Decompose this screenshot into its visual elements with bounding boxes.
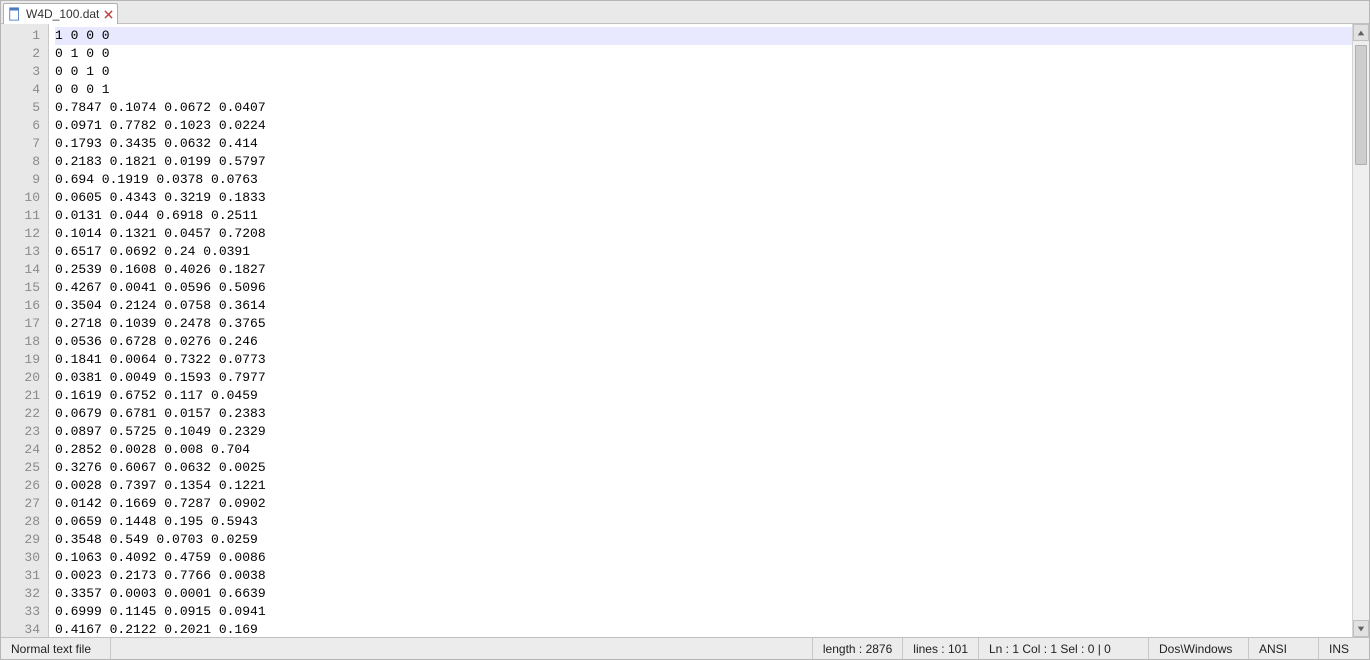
line-number: 3 (1, 63, 40, 81)
line-number: 22 (1, 405, 40, 423)
vertical-scrollbar[interactable] (1352, 24, 1369, 637)
line-number: 6 (1, 117, 40, 135)
code-line[interactable]: 0.0659 0.1448 0.195 0.5943 (55, 513, 1352, 531)
code-content[interactable]: 1 0 0 00 1 0 00 0 1 00 0 0 10.7847 0.107… (49, 24, 1352, 637)
line-number: 2 (1, 45, 40, 63)
line-number: 17 (1, 315, 40, 333)
code-line[interactable]: 0.7847 0.1074 0.0672 0.0407 (55, 99, 1352, 117)
line-number: 18 (1, 333, 40, 351)
code-line[interactable]: 0.2183 0.1821 0.0199 0.5797 (55, 153, 1352, 171)
line-number: 10 (1, 189, 40, 207)
editor-area: 1234567891011121314151617181920212223242… (1, 24, 1369, 637)
line-number: 30 (1, 549, 40, 567)
code-line[interactable]: 0.0897 0.5725 0.1049 0.2329 (55, 423, 1352, 441)
line-number: 29 (1, 531, 40, 549)
line-number: 16 (1, 297, 40, 315)
line-number: 23 (1, 423, 40, 441)
status-position: Ln : 1 Col : 1 Sel : 0 | 0 (979, 638, 1149, 659)
line-number: 33 (1, 603, 40, 621)
code-line[interactable]: 0.1841 0.0064 0.7322 0.0773 (55, 351, 1352, 369)
code-line[interactable]: 0.6517 0.0692 0.24 0.0391 (55, 243, 1352, 261)
line-number: 4 (1, 81, 40, 99)
code-line[interactable]: 0 0 0 1 (55, 81, 1352, 99)
code-line[interactable]: 0.1063 0.4092 0.4759 0.0086 (55, 549, 1352, 567)
editor-window: W4D_100.dat 1234567891011121314151617181… (0, 0, 1370, 660)
code-line[interactable]: 0.0142 0.1669 0.7287 0.0902 (55, 495, 1352, 513)
code-line[interactable]: 0.694 0.1919 0.0378 0.0763 (55, 171, 1352, 189)
line-number: 24 (1, 441, 40, 459)
scroll-up-arrow[interactable] (1353, 24, 1369, 41)
code-line[interactable]: 0.0023 0.2173 0.7766 0.0038 (55, 567, 1352, 585)
line-number-gutter: 1234567891011121314151617181920212223242… (1, 24, 49, 637)
code-line[interactable]: 0.0971 0.7782 0.1023 0.0224 (55, 117, 1352, 135)
code-line[interactable]: 0.3548 0.549 0.0703 0.0259 (55, 531, 1352, 549)
scroll-track[interactable] (1353, 41, 1369, 620)
code-line[interactable]: 0 0 1 0 (55, 63, 1352, 81)
status-encoding: ANSI (1249, 638, 1319, 659)
code-line[interactable]: 0.3357 0.0003 0.0001 0.6639 (55, 585, 1352, 603)
code-line[interactable]: 0.4167 0.2122 0.2021 0.169 (55, 621, 1352, 637)
close-icon[interactable] (103, 9, 113, 19)
status-eol: Dos\Windows (1149, 638, 1249, 659)
line-number: 14 (1, 261, 40, 279)
code-line[interactable]: 0.0131 0.044 0.6918 0.2511 (55, 207, 1352, 225)
tab-bar: W4D_100.dat (1, 1, 1369, 24)
line-number: 8 (1, 153, 40, 171)
code-line[interactable]: 0.0679 0.6781 0.0157 0.2383 (55, 405, 1352, 423)
line-number: 11 (1, 207, 40, 225)
code-line[interactable]: 0.0536 0.6728 0.0276 0.246 (55, 333, 1352, 351)
code-line[interactable]: 0.2718 0.1039 0.2478 0.3765 (55, 315, 1352, 333)
line-number: 13 (1, 243, 40, 261)
line-number: 26 (1, 477, 40, 495)
code-line[interactable]: 0.1619 0.6752 0.117 0.0459 (55, 387, 1352, 405)
code-line[interactable]: 0.0381 0.0049 0.1593 0.7977 (55, 369, 1352, 387)
line-number: 20 (1, 369, 40, 387)
code-line[interactable]: 0.3276 0.6067 0.0632 0.0025 (55, 459, 1352, 477)
line-number: 7 (1, 135, 40, 153)
line-number: 9 (1, 171, 40, 189)
code-line[interactable]: 0.0605 0.4343 0.3219 0.1833 (55, 189, 1352, 207)
code-line[interactable]: 0.3504 0.2124 0.0758 0.3614 (55, 297, 1352, 315)
file-tab[interactable]: W4D_100.dat (3, 3, 118, 24)
line-number: 27 (1, 495, 40, 513)
code-line[interactable]: 0.6999 0.1145 0.0915 0.0941 (55, 603, 1352, 621)
line-number: 31 (1, 567, 40, 585)
line-number: 15 (1, 279, 40, 297)
code-line[interactable]: 0.2539 0.1608 0.4026 0.1827 (55, 261, 1352, 279)
file-icon (8, 7, 22, 21)
status-insert-mode: INS (1319, 638, 1369, 659)
code-line[interactable]: 0 1 0 0 (55, 45, 1352, 63)
code-line[interactable]: 0.4267 0.0041 0.0596 0.5096 (55, 279, 1352, 297)
line-number: 12 (1, 225, 40, 243)
code-line[interactable]: 1 0 0 0 (55, 27, 1352, 45)
tab-filename: W4D_100.dat (26, 7, 99, 21)
code-line[interactable]: 0.2852 0.0028 0.008 0.704 (55, 441, 1352, 459)
line-number: 32 (1, 585, 40, 603)
status-filetype: Normal text file (1, 638, 111, 659)
status-lines: lines : 101 (903, 638, 979, 659)
line-number: 34 (1, 621, 40, 637)
status-length: length : 2876 (813, 638, 903, 659)
code-line[interactable]: 0.0028 0.7397 0.1354 0.1221 (55, 477, 1352, 495)
line-number: 25 (1, 459, 40, 477)
line-number: 1 (1, 27, 40, 45)
code-line[interactable]: 0.1793 0.3435 0.0632 0.414 (55, 135, 1352, 153)
status-spacer (111, 638, 813, 659)
line-number: 19 (1, 351, 40, 369)
scroll-thumb[interactable] (1355, 45, 1367, 165)
scroll-down-arrow[interactable] (1353, 620, 1369, 637)
line-number: 21 (1, 387, 40, 405)
status-bar: Normal text file length : 2876 lines : 1… (1, 637, 1369, 659)
line-number: 5 (1, 99, 40, 117)
code-line[interactable]: 0.1014 0.1321 0.0457 0.7208 (55, 225, 1352, 243)
line-number: 28 (1, 513, 40, 531)
